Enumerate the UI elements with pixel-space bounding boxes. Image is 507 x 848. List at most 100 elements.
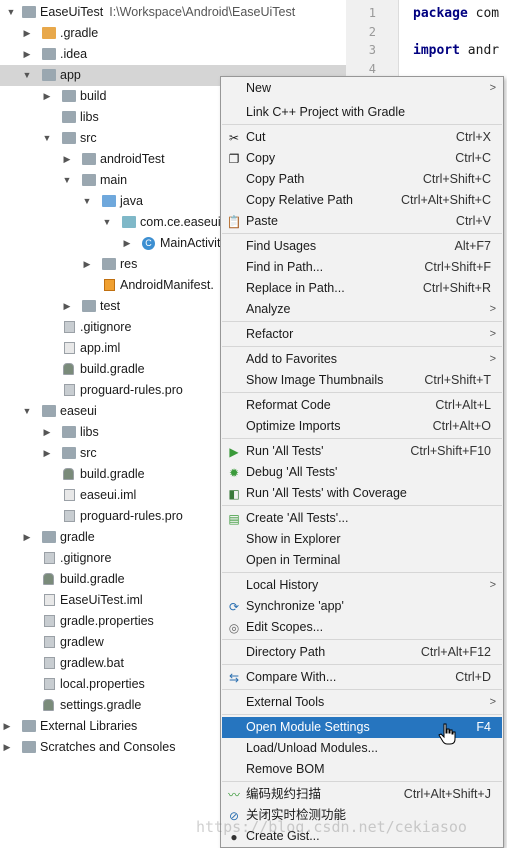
code-line[interactable]: package com — [413, 6, 499, 21]
menu-item-label: Link C++ Project with Gradle — [246, 105, 406, 119]
chevron-right-icon[interactable]: ▶ — [22, 527, 32, 548]
tree-row-label: Scratches and Consoles — [40, 740, 176, 754]
chevron-down-icon[interactable]: ▼ — [6, 2, 16, 23]
chevron-right-icon[interactable]: ▶ — [62, 149, 72, 170]
chevron-down-icon[interactable]: ▼ — [82, 191, 92, 212]
menu-item-synchronize[interactable]: ⟳ Synchronize 'app' — [222, 596, 502, 617]
menu-item-edit-scopes[interactable]: ◎ Edit Scopes... — [222, 617, 502, 638]
menu-item-label: Edit Scopes... — [246, 620, 324, 634]
tree-row-gradle-dir[interactable]: ▶ .gradle — [0, 23, 346, 44]
chevron-right-icon[interactable]: ▶ — [122, 233, 132, 254]
menu-item-replace-in-path[interactable]: Replace in Path... Ctrl+Shift+R — [222, 278, 502, 299]
tree-row-label: androidTest — [100, 152, 165, 166]
chevron-down-icon[interactable]: ▼ — [102, 212, 112, 233]
iml-file-icon — [44, 594, 55, 606]
menu-item-copy-relative-path[interactable]: Copy Relative Path Ctrl+Alt+Shift+C — [222, 190, 502, 211]
menu-item-analyze[interactable]: Analyze > — [222, 299, 502, 320]
tree-row-label: src — [80, 446, 97, 460]
chevron-right-icon[interactable]: ▶ — [2, 737, 12, 758]
chevron-right-icon[interactable]: ▶ — [62, 296, 72, 317]
copy-icon: ❐ — [228, 152, 240, 166]
menu-item-local-history[interactable]: Local History > — [222, 575, 502, 596]
chevron-down-icon[interactable]: ▼ — [62, 170, 72, 191]
line-number: 2 — [368, 25, 376, 39]
menu-shortcut: Ctrl+Shift+F — [424, 260, 491, 274]
menu-item-reformat-code[interactable]: Reformat Code Ctrl+Alt+L — [222, 395, 502, 416]
tree-row-label: .gitignore — [60, 551, 112, 565]
menu-item-link-cpp[interactable]: Link C++ Project with Gradle — [222, 102, 502, 123]
tree-row-label: app.iml — [80, 341, 121, 355]
menu-item-label: New — [246, 81, 272, 95]
chevron-right-icon[interactable]: ▶ — [42, 422, 52, 443]
menu-item-copy[interactable]: ❐ Copy Ctrl+C — [222, 148, 502, 169]
coverage-icon: ◧ — [228, 487, 240, 501]
package-icon — [122, 216, 136, 228]
iml-file-icon — [64, 342, 75, 354]
code-line[interactable]: import andr — [413, 43, 499, 58]
line-number: 1 — [368, 6, 376, 20]
menu-item-code-scan[interactable]: 〰编码规约扫描 Ctrl+Alt+Shift+J — [222, 784, 502, 805]
menu-item-copy-path[interactable]: Copy Path Ctrl+Shift+C — [222, 169, 502, 190]
menu-item-label: Find Usages — [246, 239, 317, 253]
menu-item-label: Analyze — [246, 302, 291, 316]
sync-icon: ⟳ — [228, 600, 240, 614]
folder-icon — [82, 300, 96, 312]
chevron-right-icon[interactable]: ▶ — [42, 443, 52, 464]
menu-item-show-in-explorer[interactable]: Show in Explorer — [222, 529, 502, 550]
menu-item-refactor[interactable]: Refactor > — [222, 324, 502, 345]
menu-separator — [222, 781, 502, 782]
tree-row-idea[interactable]: ▶ .idea — [0, 44, 346, 65]
chevron-down-icon[interactable]: ▼ — [22, 401, 32, 422]
menu-item-label: Paste — [246, 214, 278, 228]
menu-item-find-in-path[interactable]: Find in Path... Ctrl+Shift+F — [222, 257, 502, 278]
tree-row-label: build.gradle — [80, 467, 145, 481]
menu-item-run-all-tests[interactable]: ▶ Run 'All Tests' Ctrl+Shift+F10 — [222, 441, 502, 462]
chevron-right-icon[interactable]: ▶ — [42, 86, 52, 107]
menu-item-compare-with[interactable]: ⇆ Compare With... Ctrl+D — [222, 667, 502, 688]
scissors-icon: ✂ — [228, 131, 240, 145]
menu-item-add-to-favorites[interactable]: Add to Favorites > — [222, 349, 502, 370]
chevron-right-icon[interactable]: ▶ — [22, 44, 32, 65]
menu-item-directory-path[interactable]: Directory Path Ctrl+Alt+F12 — [222, 642, 502, 663]
menu-separator — [222, 639, 502, 640]
menu-item-create-all-tests[interactable]: ▤ Create 'All Tests'... — [222, 508, 502, 529]
module-folder-icon — [42, 405, 56, 417]
tree-row-label: gradlew.bat — [60, 656, 124, 670]
tree-row-label: gradle.properties — [60, 614, 154, 628]
chevron-right-icon[interactable]: ▶ — [22, 23, 32, 44]
menu-item-cut[interactable]: ✂ Cut Ctrl+X — [222, 127, 502, 148]
tree-row-label: .gradle — [60, 26, 99, 40]
menu-item-external-tools[interactable]: External Tools > — [222, 692, 502, 713]
tree-row-label: test — [100, 299, 121, 313]
menu-item-optimize-imports[interactable]: Optimize Imports Ctrl+Alt+O — [222, 416, 502, 437]
menu-item-new[interactable]: New > — [222, 78, 502, 99]
create-config-icon: ▤ — [228, 512, 240, 526]
menu-item-open-in-terminal[interactable]: Open in Terminal — [222, 550, 502, 571]
menu-item-label: Remove BOM — [246, 762, 325, 776]
chevron-right-icon[interactable]: ▶ — [82, 254, 92, 275]
tree-row-label: .gitignore — [80, 320, 132, 334]
tree-row-label: com.ce.easeui — [140, 215, 221, 229]
menu-item-label: Copy Relative Path — [246, 193, 354, 207]
menu-item-debug-all-tests[interactable]: ✹ Debug 'All Tests' — [222, 462, 502, 483]
tree-row-label: gradle — [60, 530, 95, 544]
chevron-down-icon[interactable]: ▼ — [22, 65, 32, 86]
chevron-right-icon[interactable]: ▶ — [2, 716, 12, 737]
menu-item-find-usages[interactable]: Find Usages Alt+F7 — [222, 236, 502, 257]
tree-row-project-root[interactable]: ▼ EaseUiTest I:\Workspace\Android\EaseUiT… — [0, 2, 346, 23]
chevron-down-icon[interactable]: ▼ — [42, 128, 52, 149]
menu-item-label: Reformat Code — [246, 398, 331, 412]
class-icon: C — [142, 237, 155, 250]
menu-item-show-image-thumbnails[interactable]: Show Image Thumbnails Ctrl+Shift+T — [222, 370, 502, 391]
tree-row-label: settings.gradle — [60, 698, 142, 712]
menu-item-paste[interactable]: 📋 Paste Ctrl+V — [222, 211, 502, 232]
menu-item-run-with-coverage[interactable]: ◧ Run 'All Tests' with Coverage — [222, 483, 502, 504]
menu-item-label: Local History — [246, 578, 319, 592]
paste-icon: 📋 — [226, 215, 242, 229]
tree-row-label: EaseUiTest.iml — [60, 593, 143, 607]
menu-item-remove-bom[interactable]: Remove BOM — [222, 759, 502, 780]
folder-icon — [42, 27, 56, 39]
menu-separator — [222, 321, 502, 322]
menu-shortcut: Ctrl+Shift+R — [422, 281, 491, 295]
menu-shortcut: Ctrl+X — [455, 130, 491, 144]
